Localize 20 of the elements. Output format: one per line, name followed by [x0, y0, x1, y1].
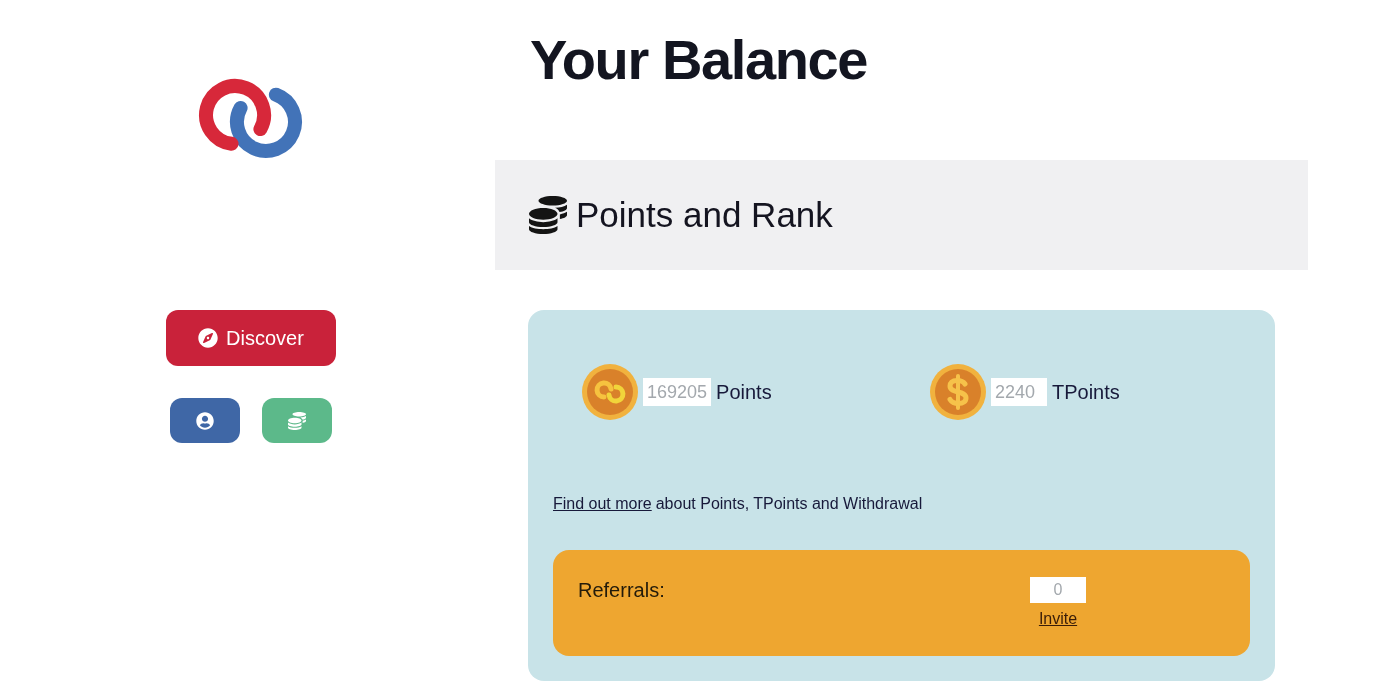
user-icon [196, 411, 214, 430]
info-text: about Points, TPoints and Withdrawal [655, 494, 923, 514]
dollar-coin-icon [930, 364, 986, 420]
balance-value: 169205 [643, 378, 712, 406]
coins-icon [528, 196, 568, 234]
discover-button[interactable]: Discover [166, 310, 336, 366]
referrals-value: 0 [1030, 577, 1086, 603]
section-title: Points and Rank [576, 193, 833, 236]
referrals-label: Referrals: [578, 578, 666, 603]
logo-coin-icon [582, 364, 638, 420]
invite-link[interactable]: Invite [1038, 607, 1078, 631]
find-out-more-link[interactable]: Find out more [553, 492, 652, 516]
page-title: Your Balance [530, 27, 867, 93]
balance-unit: TPoints [1052, 380, 1120, 405]
balance-value: 2240 [991, 378, 1047, 406]
coins-icon [288, 411, 306, 430]
balance-unit: Points [716, 380, 772, 405]
logo-icon [198, 78, 304, 160]
profile-button[interactable] [170, 398, 240, 443]
compass-icon [198, 328, 219, 348]
